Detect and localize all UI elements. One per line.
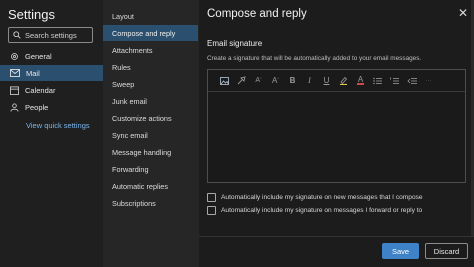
bullets-icon[interactable] [369, 74, 386, 88]
view-quick-settings-link[interactable]: View quick settings [26, 121, 90, 130]
bold-icon[interactable]: B [284, 74, 301, 88]
discard-button[interactable]: Discard [425, 243, 468, 259]
search-input[interactable] [25, 30, 87, 40]
nav-item-calendar[interactable]: Calendar [0, 82, 103, 98]
checkbox[interactable] [207, 206, 216, 215]
mail-nav-item[interactable]: Layout [103, 8, 198, 24]
mail-nav-item[interactable]: Automatic replies [103, 178, 198, 194]
checkbox-forward-reply[interactable]: Automatically include my signature on me… [207, 206, 422, 215]
format-toolbar: Aˇ Aˆ B I U A ··· [208, 70, 465, 92]
font-color-icon[interactable]: A [352, 74, 369, 88]
font-size-decrease-icon[interactable]: Aˇ [250, 74, 267, 88]
highlight-icon[interactable] [335, 74, 352, 88]
section-description: Create a signature that will be automati… [207, 55, 422, 62]
nav-item-label: General [25, 51, 52, 61]
mail-nav-item[interactable]: Forwarding [103, 161, 198, 177]
underline-icon[interactable]: U [318, 74, 335, 88]
checkbox[interactable] [207, 193, 216, 202]
checkbox-label: Automatically include my signature on me… [221, 207, 423, 214]
mail-nav-item[interactable]: Rules [103, 59, 198, 75]
more-options-icon[interactable]: ··· [420, 74, 437, 88]
search-icon [13, 31, 21, 39]
page-title: Compose and reply [207, 8, 307, 20]
footer-divider [199, 236, 474, 237]
decrease-indent-icon[interactable] [403, 74, 420, 88]
mail-nav-item[interactable]: Sync email [103, 127, 198, 143]
nav-item-mail[interactable]: Mail [0, 65, 103, 81]
gear-icon [10, 52, 19, 61]
mail-settings-nav: Layout Compose and reply Attachments Rul… [103, 0, 199, 267]
settings-nav-pane: Settings General Mail Calendar People Vi… [0, 0, 103, 267]
search-box[interactable] [8, 27, 93, 43]
mail-nav-item[interactable]: Attachments [103, 42, 198, 58]
nav-item-label: People [25, 102, 49, 112]
signature-editor[interactable]: Aˇ Aˆ B I U A ··· [207, 69, 466, 183]
numbering-icon[interactable] [386, 74, 403, 88]
checkbox-new-messages[interactable]: Automatically include my signature on ne… [207, 193, 423, 202]
mail-nav-item[interactable]: Customize actions [103, 110, 198, 126]
close-icon[interactable]: ✕ [458, 7, 468, 19]
settings-title: Settings [8, 7, 55, 22]
compose-reply-pane: Compose and reply ✕ Email signature Crea… [199, 0, 474, 267]
font-size-increase-icon[interactable]: Aˆ [267, 74, 284, 88]
calendar-icon [10, 85, 19, 95]
font-color-glyph: A [357, 75, 364, 85]
people-icon [10, 102, 19, 112]
nav-item-label: Calendar [25, 85, 56, 95]
mail-nav-item-active[interactable]: Compose and reply [103, 25, 198, 41]
mail-nav-item[interactable]: Message handling [103, 144, 198, 160]
image-icon[interactable] [216, 74, 233, 88]
mail-nav-item[interactable]: Sweep [103, 76, 198, 92]
mail-icon [10, 69, 20, 77]
format-painter-icon[interactable] [233, 74, 250, 88]
checkbox-label: Automatically include my signature on ne… [221, 194, 423, 201]
nav-item-people[interactable]: People [0, 99, 103, 115]
italic-icon[interactable]: I [301, 74, 318, 88]
save-button[interactable]: Save [382, 243, 419, 259]
mail-nav-item[interactable]: Junk email [103, 93, 198, 109]
nav-item-label: Mail [26, 68, 40, 78]
nav-item-general[interactable]: General [0, 48, 103, 64]
mail-nav-item[interactable]: Subscriptions [103, 195, 198, 211]
section-title: Email signature [207, 39, 263, 48]
